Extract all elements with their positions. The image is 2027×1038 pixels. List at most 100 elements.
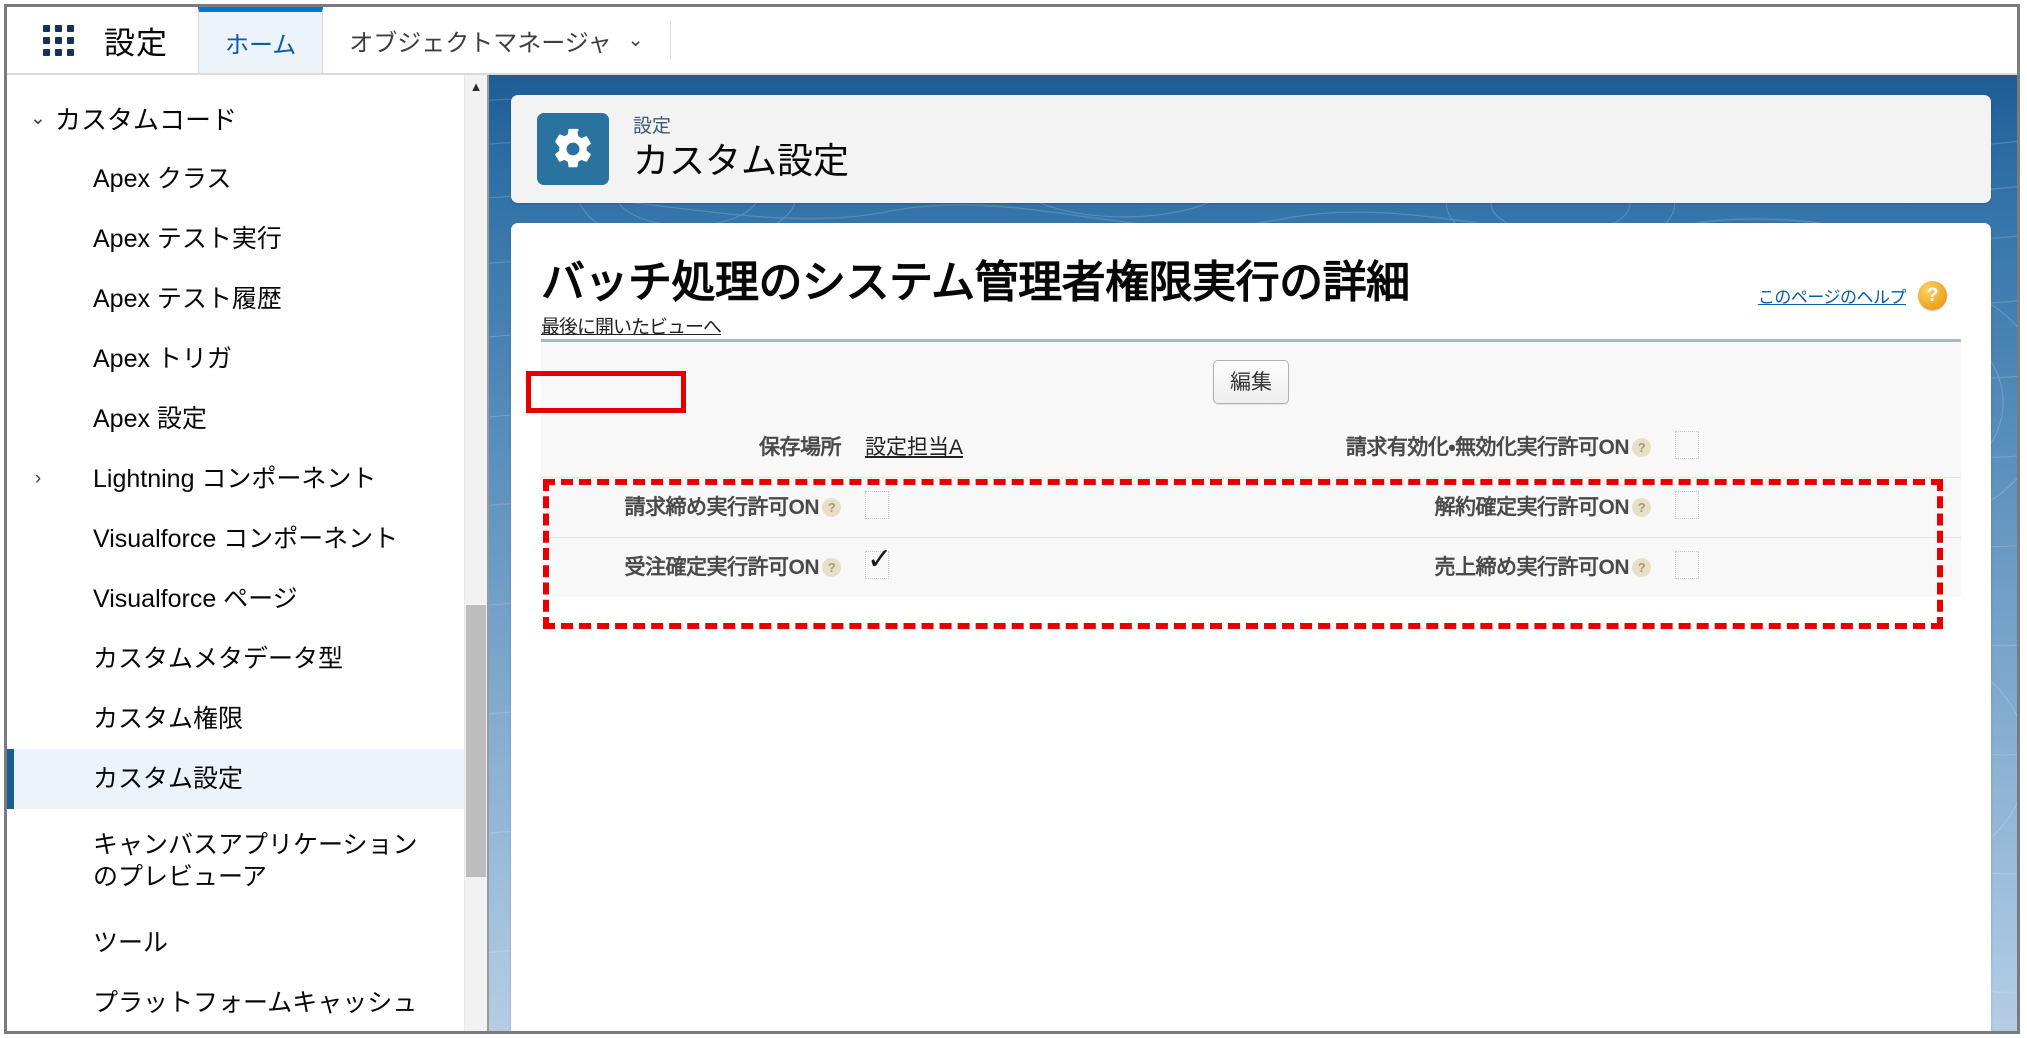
help-link-label: このページのヘルプ — [1757, 288, 1907, 307]
tab-object-manager-label: オブジェクトマネージャ — [349, 29, 612, 57]
back-link-row: 最後に開いたビューへ — [511, 310, 1991, 339]
setup-header-titles: 設定 カスタム設定 — [633, 116, 849, 181]
field-label-text: 受注確定実行許可ON — [624, 556, 820, 579]
screenshot-root: 設定 ホーム オブジェクトマネージャ ⌄ ⌄ カスタムコード Apex クラス … — [0, 0, 2027, 1038]
info-help-icon[interactable]: ? — [1632, 498, 1651, 517]
tab-object-manager[interactable]: オブジェクトマネージャ ⌄ — [323, 7, 669, 73]
sidebar-scrollbar[interactable]: ▲ — [464, 75, 487, 1031]
info-help-icon[interactable]: ? — [1632, 558, 1651, 577]
sidebar-item-label: キャンバスアプリケーションのプレビューア — [93, 830, 418, 892]
field-label-text: 請求締め実行許可ON — [624, 496, 820, 519]
sidebar-item-canvas-app-previewer[interactable]: キャンバスアプリケーションのプレビューア — [7, 809, 465, 913]
sidebar-group-custom-code[interactable]: ⌄ カスタムコード — [7, 87, 465, 149]
sidebar-item-tools[interactable]: ツール — [7, 913, 465, 973]
sidebar-item-lightning-components[interactable]: › Lightning コンポーネント — [7, 449, 465, 509]
help-question-icon[interactable]: ? — [1918, 281, 1947, 310]
sidebar-item-platform-cache[interactable]: プラットフォームキャッシュ — [7, 973, 465, 1031]
sidebar-item-label: Apex トリガ — [93, 344, 232, 373]
main-content-area: 設定 カスタム設定 バッチ処理のシステム管理者権限実行の詳細 このページのヘルプ… — [489, 75, 2017, 1031]
gear-icon — [537, 113, 609, 185]
info-help-icon[interactable]: ? — [1632, 438, 1651, 457]
field-value-invoice-enable-disable — [1661, 418, 1961, 478]
app-launcher-waffle-icon — [43, 24, 74, 56]
sidebar-item-custom-metadata-types[interactable]: カスタムメタデータ型 — [7, 629, 465, 689]
field-label-text: 保存場所 — [759, 436, 842, 459]
sidebar-item-label: ツール — [93, 928, 169, 957]
sidebar-item-label: カスタム設定 — [93, 764, 244, 793]
chevron-down-icon[interactable]: ⌄ — [21, 107, 55, 130]
page-title-row: バッチ処理のシステム管理者権限実行の詳細 このページのヘルプ ? — [511, 223, 1991, 310]
checkbox-readonly — [1675, 491, 1699, 519]
detail-page-card: バッチ処理のシステム管理者権限実行の詳細 このページのヘルプ ? 最後に開いたビ… — [511, 223, 1991, 1031]
chevron-right-icon[interactable]: › — [21, 468, 55, 490]
info-help-icon[interactable]: ? — [822, 498, 841, 517]
help-for-this-page-link[interactable]: このページのヘルプ ? — [1758, 281, 1947, 310]
detail-panel: 編集 保存場所 設定担当A 請求有効化・無効化実行許可ON ? 請求締め実行許可… — [541, 339, 1961, 597]
setup-app-name: 設定 — [104, 25, 168, 61]
table-row: 保存場所 設定担当A 請求有効化・無効化実行許可ON? — [541, 418, 1961, 478]
global-navigation-bar: 設定 ホーム オブジェクトマネージャ ⌄ — [7, 7, 2017, 75]
checkbox-readonly — [1675, 551, 1699, 579]
field-value-invoice-close — [851, 477, 1231, 538]
page-title: バッチ処理のシステム管理者権限実行の詳細 — [541, 258, 1410, 307]
sidebar-item-visualforce-pages[interactable]: Visualforce ページ — [7, 569, 465, 629]
sidebar-item-label: Visualforce ページ — [93, 584, 298, 613]
sidebar-item-visualforce-components[interactable]: Visualforce コンポーネント — [7, 509, 465, 569]
field-label-text: 請求有効化・無効化実行許可ON — [1345, 436, 1630, 459]
back-to-last-view-link[interactable]: 最後に開いたビューへ — [541, 317, 722, 338]
chevron-down-icon[interactable]: ⌄ — [628, 29, 644, 52]
field-value-order-confirm — [851, 537, 1231, 597]
field-label-text: 売上締め実行許可ON — [1434, 556, 1630, 579]
detail-action-bar: 編集 — [541, 342, 1961, 418]
nav-divider — [669, 21, 671, 59]
checkbox-readonly-checked — [865, 545, 892, 579]
info-help-icon[interactable]: ? — [822, 558, 841, 577]
field-value-storage-location: 設定担当A — [851, 418, 1231, 478]
global-nav-tabs: ホーム オブジェクトマネージャ ⌄ — [198, 7, 670, 73]
sidebar-group-label: カスタムコード — [55, 104, 238, 135]
storage-location-link[interactable]: 設定担当A — [865, 436, 963, 459]
field-value-cancellation-confirm — [1661, 477, 1961, 538]
field-label-storage-location: 保存場所 — [541, 418, 851, 478]
sidebar-item-label: Visualforce コンポーネント — [93, 524, 399, 553]
sidebar-item-apex-classes[interactable]: Apex クラス — [7, 149, 465, 209]
sidebar-scrollbar-thumb[interactable] — [466, 605, 486, 877]
sidebar-scroll-region: ⌄ カスタムコード Apex クラス Apex テスト実行 Apex テスト履歴 — [7, 75, 465, 1031]
sidebar-item-label: Apex 設定 — [93, 404, 207, 433]
sidebar-item-custom-permissions[interactable]: カスタム権限 — [7, 689, 465, 749]
field-label-order-confirm: 受注確定実行許可ON? — [541, 537, 851, 597]
field-value-sales-close — [1661, 537, 1961, 597]
setup-page-header: 設定 カスタム設定 — [511, 95, 1991, 203]
field-label-text: 解約確定実行許可ON — [1434, 496, 1630, 519]
setup-header-eyebrow: 設定 — [633, 116, 672, 138]
sidebar-item-apex-settings[interactable]: Apex 設定 — [7, 389, 465, 449]
sidebar-item-label: Apex テスト実行 — [93, 224, 282, 253]
detail-field-table: 保存場所 設定担当A 請求有効化・無効化実行許可ON? 請求締め実行許可ON ?… — [541, 418, 1961, 597]
setup-sidebar: ⌄ カスタムコード Apex クラス Apex テスト実行 Apex テスト履歴 — [7, 75, 489, 1031]
table-row: 受注確定実行許可ON? 売上締め実行許可ON? — [541, 537, 1961, 597]
checkbox-readonly — [865, 491, 889, 519]
setup-header-title: カスタム設定 — [633, 140, 850, 182]
field-label-invoice-enable-disable: 請求有効化・無効化実行許可ON? — [1231, 418, 1661, 478]
checkbox-readonly — [1675, 431, 1699, 459]
edit-button[interactable]: 編集 — [1213, 360, 1289, 404]
page-body: ⌄ カスタムコード Apex クラス Apex テスト実行 Apex テスト履歴 — [7, 75, 2017, 1031]
sidebar-item-label: Apex クラス — [93, 164, 232, 193]
scroll-up-arrow-icon[interactable]: ▲ — [465, 75, 487, 97]
table-row: 請求締め実行許可ON? 解約確定実行許可ON? — [541, 477, 1961, 538]
sidebar-item-apex-test-execution[interactable]: Apex テスト実行 — [7, 209, 465, 269]
tab-home-label: ホーム — [225, 32, 297, 59]
browser-window-frame: 設定 ホーム オブジェクトマネージャ ⌄ ⌄ カスタムコード Apex クラス … — [4, 4, 2020, 1034]
tab-home[interactable]: ホーム — [198, 7, 324, 73]
field-label-cancellation-confirm: 解約確定実行許可ON? — [1231, 477, 1661, 538]
sidebar-item-label: カスタムメタデータ型 — [93, 644, 344, 673]
app-launcher-button[interactable] — [7, 7, 90, 73]
sidebar-item-label: Apex テスト履歴 — [93, 284, 282, 313]
sidebar-item-apex-triggers[interactable]: Apex トリガ — [7, 329, 465, 389]
sidebar-item-apex-test-history[interactable]: Apex テスト履歴 — [7, 269, 465, 329]
sidebar-item-label: Lightning コンポーネント — [93, 464, 377, 493]
sidebar-item-custom-settings[interactable]: カスタム設定 — [7, 749, 465, 809]
sidebar-item-label: カスタム権限 — [93, 704, 244, 733]
setup-tree: ⌄ カスタムコード Apex クラス Apex テスト実行 Apex テスト履歴 — [7, 75, 465, 1031]
sidebar-item-label: プラットフォームキャッシュ — [93, 988, 418, 1017]
